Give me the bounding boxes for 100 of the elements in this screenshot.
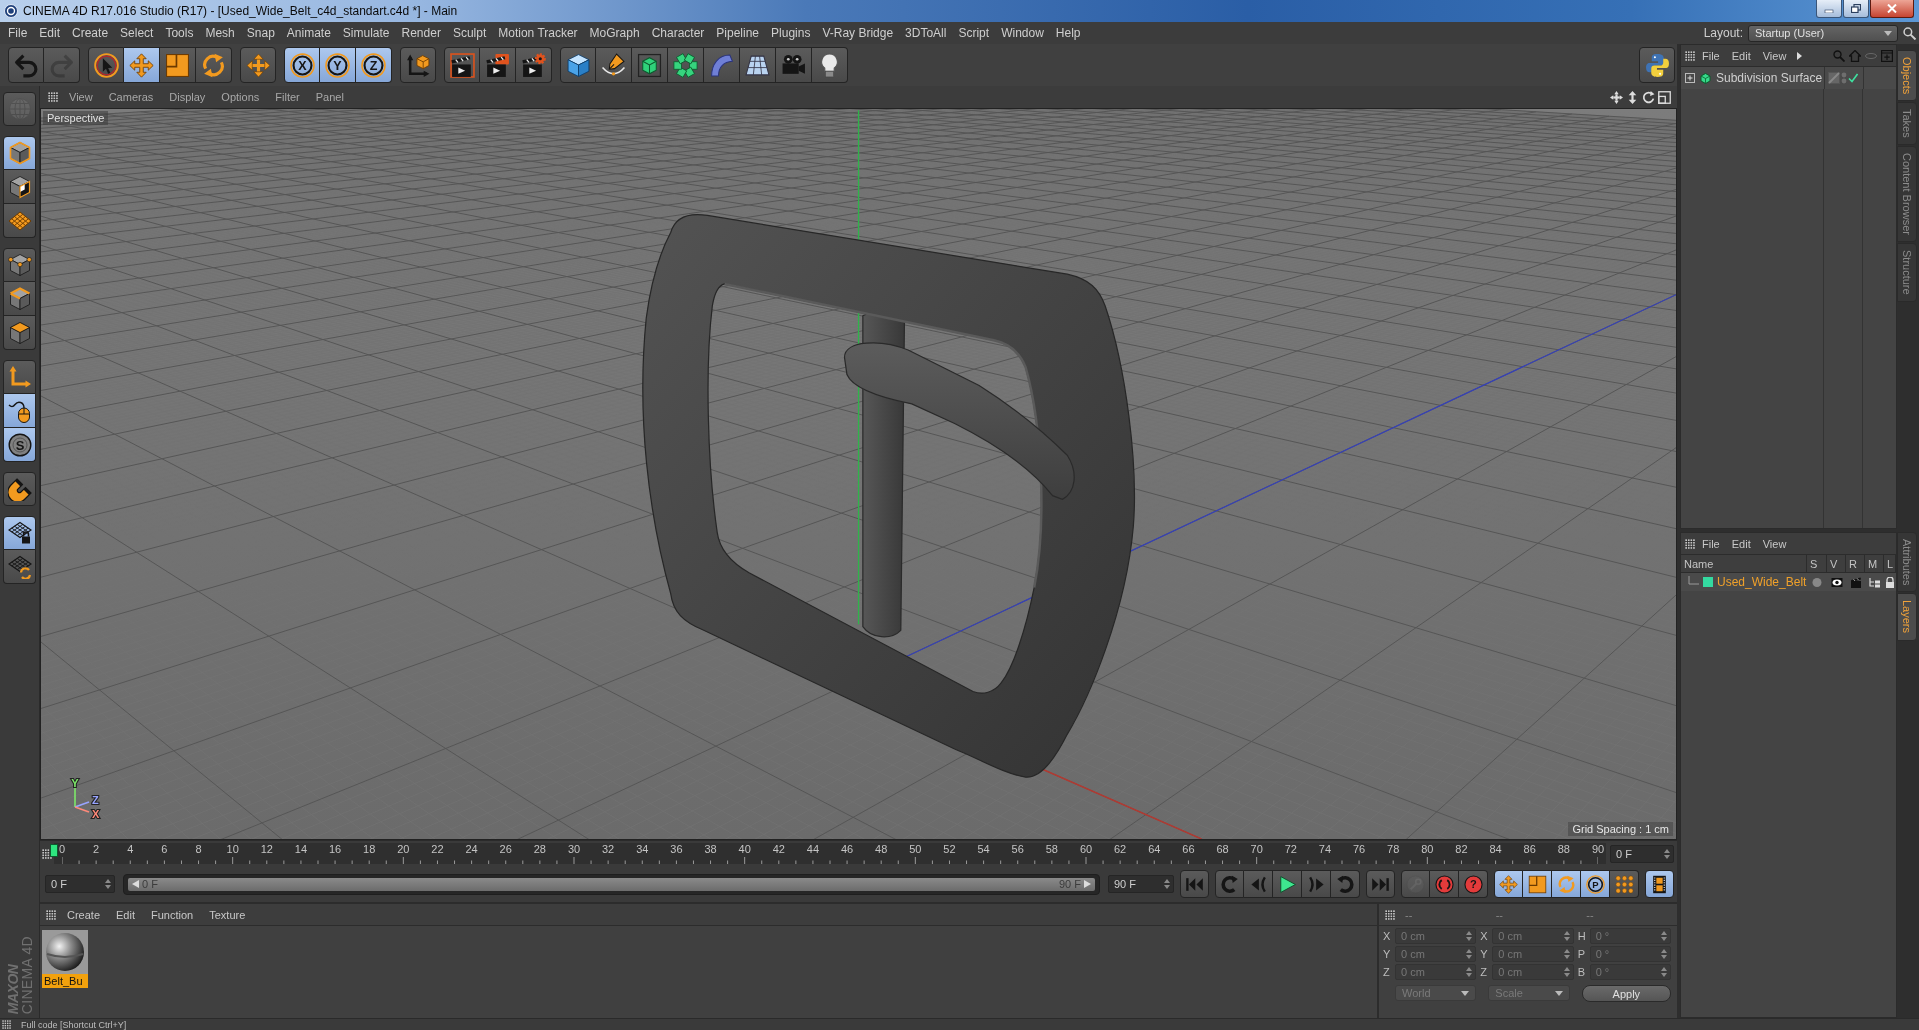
layout-dropdown[interactable]: Startup (User) bbox=[1748, 24, 1898, 42]
spinner-icon[interactable] bbox=[1661, 949, 1667, 959]
menu-item[interactable]: 3DToAll bbox=[899, 24, 953, 42]
viewport-menu-item[interactable]: Cameras bbox=[103, 90, 159, 104]
layer-menu-item[interactable]: File bbox=[1697, 536, 1725, 551]
minimize-button[interactable] bbox=[1816, 0, 1842, 18]
spinner-icon[interactable] bbox=[1661, 967, 1667, 977]
object-menu-item[interactable]: Edit bbox=[1726, 48, 1756, 63]
material-menu-item[interactable]: Edit bbox=[111, 907, 140, 922]
maximize-icon[interactable] bbox=[1658, 90, 1671, 104]
grip-icon[interactable] bbox=[46, 909, 56, 920]
spinner-icon[interactable] bbox=[1466, 931, 1473, 941]
add-subdivision-button[interactable] bbox=[632, 47, 668, 83]
spinner-icon[interactable] bbox=[1661, 931, 1667, 941]
tweak-mode-button[interactable] bbox=[3, 394, 36, 428]
axis-mode-button[interactable] bbox=[3, 360, 36, 394]
eye-icon[interactable] bbox=[1830, 576, 1843, 588]
start-frame-field[interactable]: 0 F bbox=[45, 875, 115, 893]
layer-color-swatch[interactable] bbox=[1703, 577, 1713, 587]
menu-item[interactable]: Render bbox=[395, 24, 447, 42]
layer-menu-item[interactable]: View bbox=[1757, 536, 1792, 551]
viewport-menu-item[interactable]: Display bbox=[164, 90, 211, 104]
layer-menu-item[interactable]: Edit bbox=[1726, 536, 1756, 551]
current-frame-field[interactable]: 0 F bbox=[1610, 844, 1674, 863]
apply-button[interactable]: Apply bbox=[1581, 985, 1671, 1002]
add-deformer-button[interactable] bbox=[704, 47, 740, 83]
undo-button[interactable] bbox=[8, 47, 44, 83]
check-icon[interactable] bbox=[1848, 73, 1858, 83]
viewport-menu-item[interactable]: Panel bbox=[310, 90, 349, 104]
grip-icon[interactable] bbox=[2, 1020, 11, 1029]
orbit-icon[interactable] bbox=[1642, 90, 1655, 104]
playhead[interactable] bbox=[50, 844, 58, 857]
menu-item[interactable]: Tools bbox=[159, 24, 200, 42]
add-cloner-button[interactable] bbox=[668, 47, 704, 83]
close-button[interactable] bbox=[1870, 0, 1914, 18]
two-dots-icon[interactable] bbox=[1841, 72, 1847, 84]
pan-icon[interactable] bbox=[1610, 90, 1623, 104]
key-point-level-button[interactable] bbox=[1610, 870, 1639, 898]
side-tab[interactable]: Takes bbox=[1897, 102, 1917, 146]
end-frame-field[interactable]: 90 F bbox=[1108, 875, 1174, 893]
column-header[interactable]: Name bbox=[1681, 555, 1807, 572]
restore-button[interactable] bbox=[1843, 0, 1869, 18]
menu-item[interactable]: Snap bbox=[240, 24, 281, 42]
add-cube-button[interactable] bbox=[560, 47, 596, 83]
render-settings-button[interactable] bbox=[516, 47, 552, 83]
key-parameter-button[interactable]: P bbox=[1581, 870, 1610, 898]
spinner-icon[interactable] bbox=[1563, 931, 1570, 941]
menu-item[interactable]: Select bbox=[114, 24, 160, 42]
spinner-icon[interactable] bbox=[1563, 967, 1570, 977]
menu-item[interactable]: V-Ray Bridge bbox=[816, 24, 900, 42]
menu-item[interactable]: Simulate bbox=[336, 24, 396, 42]
clapperboard-icon[interactable] bbox=[1849, 576, 1862, 588]
keyframe-selection-button[interactable]: ? bbox=[1459, 870, 1488, 898]
column-header[interactable]: V bbox=[1827, 555, 1846, 572]
auto-keying-button[interactable] bbox=[1430, 870, 1459, 898]
side-tab[interactable]: Objects bbox=[1897, 50, 1917, 102]
add-spline-button[interactable] bbox=[596, 47, 632, 83]
polygons-mode-button[interactable] bbox=[3, 316, 36, 350]
play-button[interactable] bbox=[1273, 870, 1302, 898]
menu-item[interactable]: Window bbox=[995, 24, 1050, 42]
points-mode-button[interactable] bbox=[3, 248, 36, 282]
hierarchy-icon[interactable] bbox=[1868, 576, 1881, 588]
side-tab[interactable]: Attributes bbox=[1897, 532, 1917, 593]
menu-item[interactable]: MoGraph bbox=[583, 24, 646, 42]
menu-item[interactable]: Help bbox=[1049, 24, 1087, 42]
model-mode-button[interactable] bbox=[3, 136, 36, 170]
go-to-end-button[interactable] bbox=[1366, 870, 1395, 898]
layer-name[interactable]: Used_Wide_Belt bbox=[1717, 575, 1807, 589]
move-tool-button[interactable] bbox=[124, 47, 160, 83]
column-header[interactable]: R bbox=[1846, 555, 1865, 572]
coordinate-system-button[interactable] bbox=[400, 47, 436, 83]
menu-item[interactable]: Create bbox=[66, 24, 115, 42]
viewport-menu-item[interactable]: Options bbox=[216, 90, 265, 104]
material-menu-item[interactable]: Create bbox=[62, 907, 106, 922]
script-button[interactable] bbox=[1639, 47, 1675, 83]
key-scale-button[interactable] bbox=[1523, 870, 1552, 898]
material-menu-item[interactable]: Function bbox=[146, 907, 199, 922]
snap-button[interactable] bbox=[3, 472, 36, 506]
menu-item[interactable]: Plugins bbox=[765, 24, 817, 42]
texture-mode-button[interactable] bbox=[3, 170, 36, 204]
expand-icon[interactable] bbox=[1685, 73, 1695, 83]
menu-item[interactable]: Sculpt bbox=[446, 24, 493, 42]
scale-tool-button[interactable] bbox=[160, 47, 196, 83]
layer-row[interactable]: Used_Wide_Belt bbox=[1681, 573, 1896, 591]
lock-workplane-button[interactable] bbox=[3, 516, 36, 550]
more-arrow-icon[interactable] bbox=[1797, 51, 1803, 60]
lock-icon[interactable] bbox=[1884, 576, 1896, 588]
render-view-button[interactable] bbox=[444, 47, 480, 83]
spinner-icon[interactable] bbox=[1466, 967, 1473, 977]
previous-key-button[interactable] bbox=[1215, 870, 1244, 898]
key-position-button[interactable] bbox=[1494, 870, 1523, 898]
zoom-icon[interactable] bbox=[1626, 90, 1639, 104]
side-tab[interactable]: Content Browser bbox=[1897, 146, 1917, 242]
live-selection-button[interactable] bbox=[88, 47, 124, 83]
viewport[interactable]: Perspective Grid Spacing : 1 cm Y Z X bbox=[40, 108, 1677, 840]
menu-item[interactable]: File bbox=[2, 24, 34, 42]
grip-icon[interactable] bbox=[48, 92, 58, 102]
menu-item[interactable]: Character bbox=[645, 24, 711, 42]
edges-mode-button[interactable] bbox=[3, 282, 36, 316]
axis-lock-button[interactable]: Y bbox=[320, 47, 356, 83]
